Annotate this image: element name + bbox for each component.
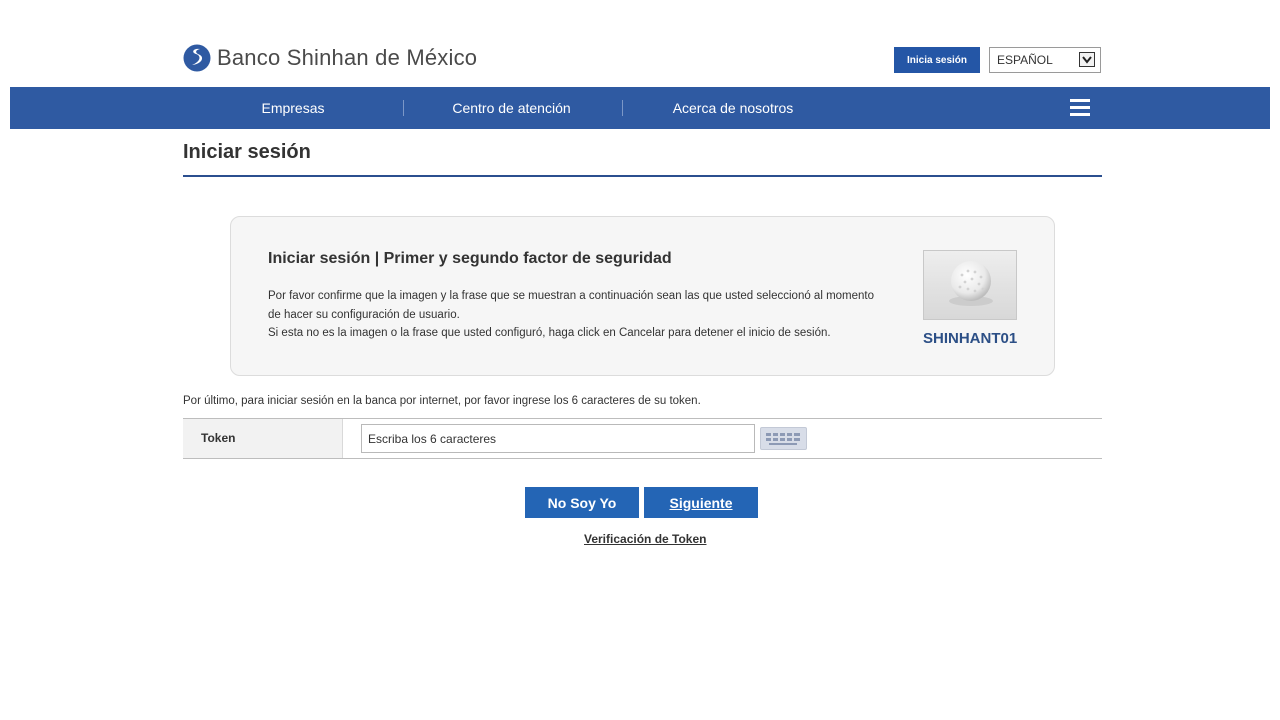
language-select[interactable]: ESPAÑOL [989, 47, 1101, 73]
next-button[interactable]: Siguiente [644, 487, 758, 518]
token-row: Token [183, 418, 1102, 459]
language-selected-value: ESPAÑOL [997, 53, 1053, 67]
not-me-button[interactable]: No Soy Yo [525, 487, 639, 518]
page-title: Iniciar sesión [183, 141, 311, 163]
nav-item-centro-atencion[interactable]: Centro de atención [403, 87, 620, 129]
brand-logo[interactable]: Banco Shinhan de México [183, 44, 477, 72]
hamburger-icon[interactable] [1070, 99, 1090, 117]
main-nav: Empresas Centro de atención Acerca de no… [10, 87, 1270, 129]
brand-name: Banco Shinhan de México [217, 45, 478, 70]
token-instruction: Por último, para iniciar sesión en la ba… [183, 395, 701, 407]
security-description: Por favor confirme que la imagen y la fr… [268, 287, 888, 343]
login-header-button[interactable]: Inicia sesión [894, 47, 980, 73]
security-factor-panel: Iniciar sesión | Primer y segundo factor… [230, 216, 1055, 376]
login-page: Banco Shinhan de México Inicia sesión ES… [0, 0, 1280, 720]
security-phrase: SHINHANT01 [923, 330, 1018, 347]
chevron-down-glyph [1082, 56, 1092, 64]
token-verification-link[interactable]: Verificación de Token [584, 532, 706, 546]
security-heading: Iniciar sesión | Primer y segundo factor… [268, 250, 672, 267]
nav-item-empresas[interactable]: Empresas [183, 87, 403, 129]
keyboard-icon[interactable] [760, 427, 807, 450]
security-text-line: Por favor confirme que la imagen y la fr… [268, 290, 875, 321]
token-input[interactable] [361, 424, 755, 453]
golf-ball-image [949, 261, 993, 306]
token-label: Token [201, 431, 236, 445]
title-divider [183, 175, 1102, 177]
chevron-down-icon[interactable] [1079, 52, 1095, 67]
keyboard-glyph [766, 433, 800, 445]
security-image [923, 250, 1017, 320]
token-label-cell: Token [183, 419, 343, 458]
shinhan-logo-icon [183, 44, 211, 72]
security-text-line: Si esta no es la imagen o la frase que u… [268, 327, 831, 339]
nav-item-acerca[interactable]: Acerca de nosotros [622, 87, 844, 129]
